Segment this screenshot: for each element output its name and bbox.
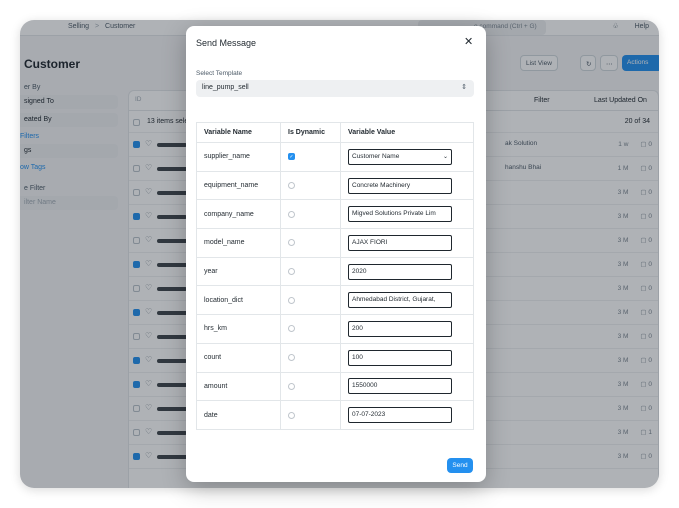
is-dynamic-cell xyxy=(280,170,341,201)
variable-row: amount 1550000 xyxy=(196,371,474,402)
variable-value: 07-07-2023 xyxy=(352,411,386,419)
template-select[interactable]: line_pump_sell ⇕ xyxy=(196,80,474,97)
variable-value-input[interactable]: 100 xyxy=(348,349,452,366)
variable-value-cell: Customer Name ⌄ xyxy=(340,142,474,172)
variable-value-cell: Concrete Machinery xyxy=(340,170,474,201)
variable-name: location_dict xyxy=(196,285,281,316)
variable-value-input[interactable]: AJAX FIORI xyxy=(348,234,452,251)
is-dynamic-checkbox[interactable] xyxy=(288,325,295,333)
send-button[interactable]: Send xyxy=(447,458,473,473)
close-icon[interactable]: ✕ xyxy=(464,35,473,48)
is-dynamic-cell xyxy=(280,400,341,430)
template-value: line_pump_sell xyxy=(202,84,249,91)
is-dynamic-checkbox[interactable] xyxy=(288,182,295,190)
template-label: Select Template xyxy=(196,70,243,77)
variable-value: Concrete Machinery xyxy=(352,181,411,189)
is-dynamic-cell xyxy=(280,228,341,258)
variable-value: 200 xyxy=(352,324,363,332)
is-dynamic-cell xyxy=(280,371,341,402)
col-variable-value: Variable Value xyxy=(340,122,474,143)
variable-name: amount xyxy=(196,371,281,402)
variable-value-input[interactable]: 1550000 xyxy=(348,378,452,395)
variable-value-input[interactable]: 2020 xyxy=(348,263,452,280)
variable-value-cell: 200 xyxy=(340,314,474,344)
variable-row: hrs_km 200 xyxy=(196,314,474,344)
variable-value-cell: 100 xyxy=(340,342,474,373)
variable-value: Customer Name xyxy=(352,152,400,160)
variable-row: company_name Migved Solutions Private Lim xyxy=(196,199,474,230)
is-dynamic-checkbox[interactable] xyxy=(288,411,295,419)
chevron-updown-icon: ⇕ xyxy=(461,84,467,91)
variable-name: model_name xyxy=(196,228,281,258)
variable-name: hrs_km xyxy=(196,314,281,344)
variable-value-cell: 07-07-2023 xyxy=(340,400,474,430)
is-dynamic-checkbox[interactable]: ✓ xyxy=(288,153,295,161)
variable-value-cell: 1550000 xyxy=(340,371,474,402)
variable-row: date 07-07-2023 xyxy=(196,400,474,430)
variable-value-cell: AJAX FIORI xyxy=(340,228,474,258)
is-dynamic-cell xyxy=(280,314,341,344)
variable-value-input[interactable]: 07-07-2023 xyxy=(348,407,452,424)
is-dynamic-cell xyxy=(280,199,341,230)
variables-table: Variable Name Is Dynamic Variable Value … xyxy=(196,122,474,430)
table-header-row: Variable Name Is Dynamic Variable Value xyxy=(196,122,474,143)
is-dynamic-checkbox[interactable] xyxy=(288,296,295,304)
variable-name: date xyxy=(196,400,281,430)
variable-row: year 2020 xyxy=(196,256,474,287)
variable-row: location_dict Ahmedabad District, Gujarat… xyxy=(196,285,474,316)
is-dynamic-checkbox[interactable] xyxy=(288,382,295,390)
variable-value-input[interactable]: Migved Solutions Private Lim xyxy=(348,206,452,223)
variable-name: company_name xyxy=(196,199,281,230)
is-dynamic-checkbox[interactable] xyxy=(288,239,295,247)
variable-name: supplier_name xyxy=(196,142,281,172)
variable-value: AJAX FIORI xyxy=(352,238,388,246)
variables-body: supplier_name ✓ Customer Name ⌄ equipment_na… xyxy=(196,142,474,430)
send-message-dialog: Send Message ✕ Select Template line_pump… xyxy=(186,26,486,482)
variable-value-select[interactable]: Customer Name ⌄ xyxy=(348,148,452,165)
is-dynamic-checkbox[interactable] xyxy=(288,268,295,276)
variable-value-input[interactable]: Concrete Machinery xyxy=(348,177,452,194)
variable-name: year xyxy=(196,256,281,287)
is-dynamic-cell xyxy=(280,285,341,316)
dialog-title: Send Message xyxy=(196,38,257,48)
variable-value: Migved Solutions Private Lim xyxy=(352,210,436,218)
variable-row: count 100 xyxy=(196,342,474,373)
variable-row: model_name AJAX FIORI xyxy=(196,228,474,258)
variable-row: supplier_name ✓ Customer Name ⌄ xyxy=(196,142,474,172)
chevron-down-icon: ⌄ xyxy=(442,153,448,160)
variable-value-cell: 2020 xyxy=(340,256,474,287)
is-dynamic-checkbox[interactable] xyxy=(288,210,295,218)
variable-value-cell: Migved Solutions Private Lim xyxy=(340,199,474,230)
col-variable-name: Variable Name xyxy=(196,122,281,143)
variable-row: equipment_name Concrete Machinery xyxy=(196,170,474,201)
variable-value-input[interactable]: Ahmedabad District, Gujarat, xyxy=(348,292,452,309)
variable-value: 100 xyxy=(352,353,363,361)
variable-value: Ahmedabad District, Gujarat, xyxy=(352,296,436,304)
variable-name: count xyxy=(196,342,281,373)
variable-value: 2020 xyxy=(352,267,367,275)
variable-value: 1550000 xyxy=(352,382,378,390)
col-is-dynamic: Is Dynamic xyxy=(280,122,341,143)
is-dynamic-cell: ✓ xyxy=(280,142,341,172)
is-dynamic-checkbox[interactable] xyxy=(288,354,295,362)
variable-value-input[interactable]: 200 xyxy=(348,320,452,337)
is-dynamic-cell xyxy=(280,256,341,287)
variable-value-cell: Ahmedabad District, Gujarat, xyxy=(340,285,474,316)
is-dynamic-cell xyxy=(280,342,341,373)
variable-name: equipment_name xyxy=(196,170,281,201)
